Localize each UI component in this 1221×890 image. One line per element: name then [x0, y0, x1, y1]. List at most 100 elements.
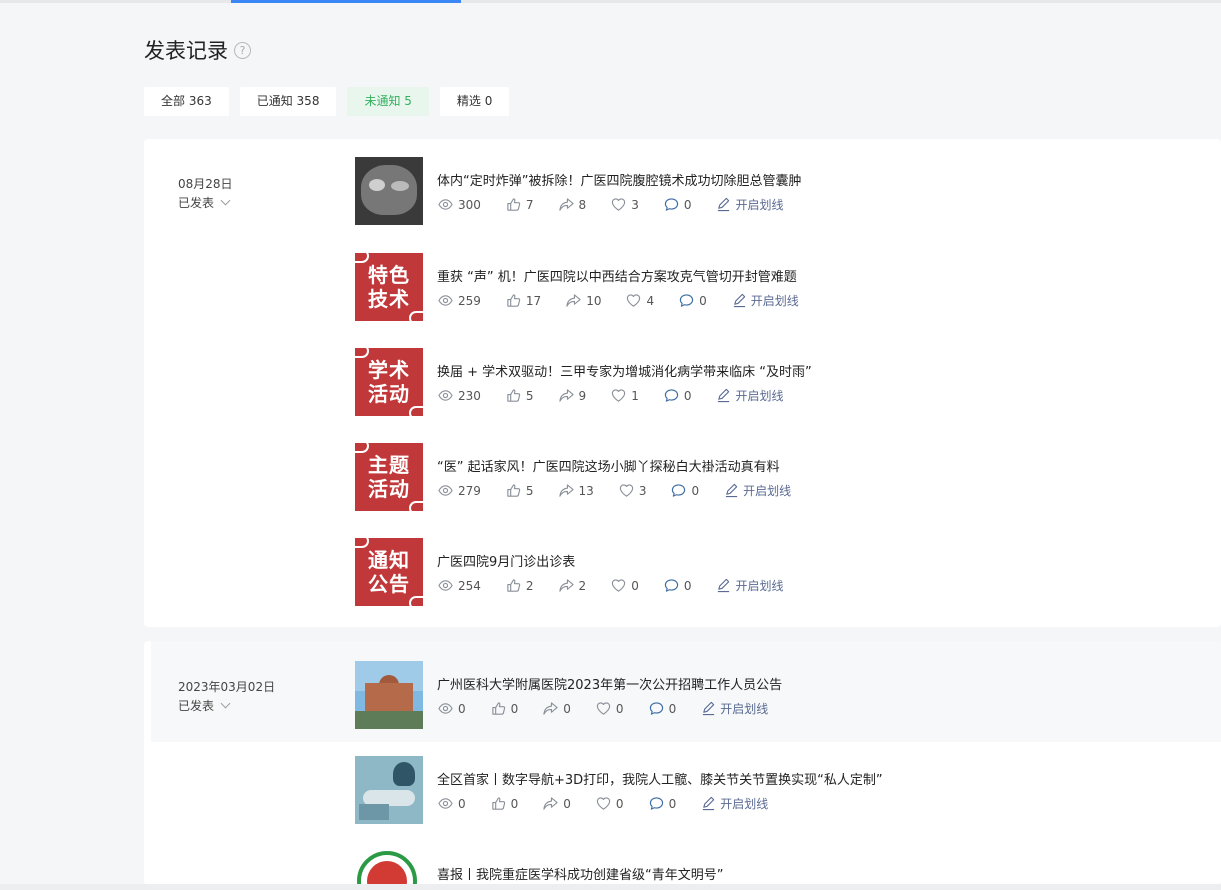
- filter-notified[interactable]: 已通知 358: [239, 87, 337, 116]
- category-thumbnail: 特色 技术: [355, 253, 423, 321]
- open-underline-button[interactable]: 开启划线: [716, 387, 783, 404]
- eye-icon: [438, 293, 458, 308]
- status-label: 已发表: [178, 196, 215, 210]
- stat-likes: 7: [506, 197, 534, 212]
- stat-likes-value: 0: [510, 701, 519, 716]
- stat-shares-value: 13: [578, 483, 594, 498]
- bottom-scroll-edge: [0, 884, 1221, 890]
- thumb-text-line2: 活动: [368, 382, 410, 406]
- stat-shares-value: 8: [578, 197, 587, 212]
- ct-scan-image: [355, 157, 423, 225]
- stat-comments[interactable]: 0: [664, 197, 692, 212]
- stat-comments[interactable]: 0: [664, 388, 691, 403]
- share-icon: [558, 578, 579, 593]
- comment-icon: [664, 197, 684, 212]
- stat-likes-value: 5: [525, 483, 534, 498]
- article-stats: 0 0 0 0 0 开启划线: [438, 700, 793, 717]
- filter-all[interactable]: 全部 363: [144, 87, 229, 116]
- publish-status[interactable]: 已发表: [178, 697, 231, 714]
- stat-shares-value: 9: [578, 388, 587, 403]
- open-underline-button[interactable]: 开启划线: [716, 577, 783, 594]
- open-underline-button[interactable]: 开启划线: [701, 795, 768, 812]
- stat-comments[interactable]: 0: [679, 293, 707, 308]
- stat-shares-value: 10: [586, 293, 602, 308]
- page-title: 发表记录: [144, 39, 228, 63]
- stat-views: 259: [438, 293, 481, 308]
- publish-group-card: 2023年03月02日 已发表 广州医科大学附属医院2023年第一次公开招聘工作…: [144, 641, 1221, 885]
- article-title[interactable]: 广医四院9月门诊出诊表: [437, 551, 575, 570]
- stat-views-value: 259: [458, 293, 481, 308]
- article-title[interactable]: 体内“定时炸弹”被拆除！广医四院腹腔镜术成功切除胆总管囊肿: [437, 170, 801, 189]
- filter-featured[interactable]: 精选 0: [439, 87, 510, 116]
- underline-label: 开启划线: [743, 484, 792, 498]
- pencil-icon: [701, 701, 720, 716]
- article-stats: 300 7 8 3 0 开启划线: [438, 196, 808, 213]
- stat-comments-value: 0: [699, 293, 707, 308]
- stat-comments[interactable]: 0: [649, 796, 676, 811]
- stat-likes: 0: [491, 796, 519, 811]
- stat-favs-value: 0: [615, 796, 624, 811]
- stat-comments-value: 0: [683, 197, 692, 212]
- thumbs-up-icon: [506, 388, 526, 403]
- stat-shares: 2: [558, 578, 586, 593]
- stat-views-value: 300: [458, 197, 481, 212]
- open-underline-button[interactable]: 开启划线: [724, 482, 791, 499]
- article-title[interactable]: 喜报丨我院重症医学科成功创建省级“青年文明号”: [437, 864, 723, 883]
- comment-icon: [664, 578, 684, 593]
- article-title[interactable]: 全区首家丨数字导航+3D打印，我院人工髋、膝关节关节置换实现“私人定制”: [437, 769, 883, 788]
- thumbs-up-icon: [491, 701, 511, 716]
- article-title[interactable]: 换届 + 学术双驱动！三甲专家为增城消化病学带来临床 “及时雨”: [437, 361, 812, 380]
- stat-favs: 1: [611, 388, 639, 403]
- article-stats: 0 0 0 0 0 开启划线: [438, 795, 793, 812]
- thumb-text-line1: 学术: [368, 358, 410, 382]
- stat-shares-value: 0: [563, 701, 571, 716]
- thumb-text-line2: 活动: [368, 477, 410, 501]
- stat-shares: 13: [558, 483, 594, 498]
- stat-comments[interactable]: 0: [671, 483, 699, 498]
- article-title[interactable]: 广州医科大学附属医院2023年第一次公开招聘工作人员公告: [437, 674, 782, 693]
- heart-icon: [619, 483, 639, 498]
- stat-shares: 0: [543, 701, 571, 716]
- stat-views: 230: [438, 388, 481, 403]
- article-title[interactable]: “医” 起话家风！广医四院这场小脚丫探秘白大褂活动真有料: [437, 456, 780, 475]
- category-thumbnail: 通知 公告: [355, 538, 423, 606]
- stat-likes-value: 5: [525, 388, 534, 403]
- underline-label: 开启划线: [735, 389, 784, 403]
- publish-status[interactable]: 已发表: [178, 194, 231, 211]
- open-underline-button[interactable]: 开启划线: [732, 292, 799, 309]
- thumbs-up-icon: [506, 578, 526, 593]
- underline-label: 开启划线: [720, 702, 769, 716]
- stat-comments[interactable]: 0: [649, 701, 676, 716]
- stat-likes-value: 0: [510, 796, 519, 811]
- stat-likes: 0: [491, 701, 519, 716]
- stat-favs-value: 3: [631, 197, 639, 212]
- open-underline-button[interactable]: 开启划线: [716, 196, 783, 213]
- thumbs-up-icon: [506, 197, 526, 212]
- page-title-row: 发表记录 ?: [144, 35, 251, 65]
- eye-icon: [438, 388, 458, 403]
- stat-views-value: 230: [458, 388, 481, 403]
- stat-views: 279: [438, 483, 481, 498]
- eye-icon: [438, 578, 458, 593]
- comment-icon: [679, 293, 699, 308]
- stat-likes-value: 7: [525, 197, 534, 212]
- question-icon[interactable]: ?: [234, 41, 251, 59]
- share-icon: [558, 483, 579, 498]
- share-icon: [543, 796, 563, 811]
- heart-icon: [626, 293, 646, 308]
- stat-comments[interactable]: 0: [664, 578, 691, 593]
- publish-date: 08月28日: [178, 177, 233, 191]
- heart-icon: [596, 701, 616, 716]
- article-title[interactable]: 重获 “声” 机！广医四院以中西结合方案攻克气管切开封管难题: [437, 266, 797, 285]
- pencil-icon: [716, 388, 735, 403]
- underline-label: 开启划线: [735, 198, 784, 212]
- share-icon: [566, 293, 586, 308]
- eye-icon: [438, 796, 458, 811]
- stat-views: 254: [438, 578, 481, 593]
- open-underline-button[interactable]: 开启划线: [701, 700, 768, 717]
- share-icon: [558, 197, 579, 212]
- stat-shares: 10: [566, 293, 601, 308]
- active-tab-indicator: [231, 0, 461, 3]
- filter-not-notified[interactable]: 未通知 5: [347, 87, 429, 116]
- underline-label: 开启划线: [750, 294, 799, 308]
